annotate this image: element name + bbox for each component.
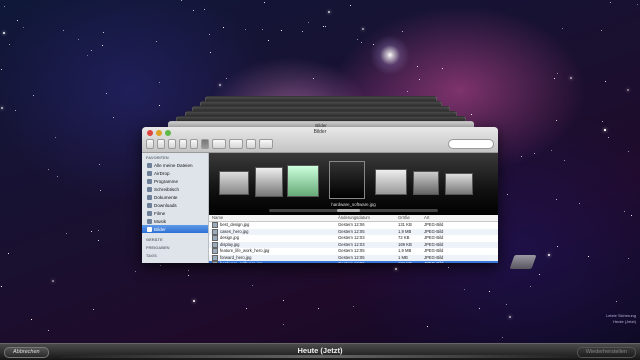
sidebar-item-label: Downloads <box>154 202 177 208</box>
action-gear-icon[interactable] <box>229 139 243 149</box>
list-view-button[interactable] <box>179 139 187 149</box>
column-header-kind[interactable]: Art <box>421 215 461 221</box>
timeline-track[interactable] <box>60 355 580 358</box>
sidebar-item[interactable]: Downloads <box>142 201 208 209</box>
sidebar-item-label: Schreibtisch <box>154 186 180 192</box>
finder-window[interactable]: Bilder FAVORITEN Alle meine Dateien AirDr… <box>142 127 498 263</box>
tags-button[interactable] <box>259 139 273 149</box>
arrange-button[interactable] <box>212 139 226 149</box>
image-file-icon <box>212 248 218 255</box>
thumbnail[interactable] <box>375 169 407 195</box>
file-date: Gestern 12:06 <box>335 261 395 263</box>
documents-icon <box>147 194 152 200</box>
sidebar-section-tags[interactable]: TAGS <box>142 251 208 259</box>
cover-flow-button[interactable] <box>201 139 209 149</box>
sidebar-section-favorites: FAVORITEN <box>146 155 169 160</box>
title-bar[interactable]: Bilder <box>142 127 498 153</box>
file-kind: JPEG-Bild <box>421 261 461 263</box>
thumbnail[interactable] <box>255 167 283 197</box>
music-icon <box>147 218 152 224</box>
sidebar-item-label: Dokumente <box>154 194 178 200</box>
search-input[interactable] <box>448 139 494 149</box>
image-file-icon <box>212 254 218 261</box>
sidebar-item[interactable]: AirDrop <box>142 169 208 177</box>
thumbnail[interactable] <box>287 165 319 197</box>
thumbnail-selected[interactable] <box>329 161 365 199</box>
list-header: Name Änderungsdatum Größe Art <box>209 215 498 222</box>
image-file-icon <box>212 228 218 235</box>
preview-caption: hardware_software.jpg <box>331 202 376 207</box>
window-title: Bilder <box>313 129 327 135</box>
sidebar-item-label: Programme <box>154 178 178 184</box>
cover-flow-thumbnails <box>209 159 498 201</box>
airdrop-icon <box>147 170 152 176</box>
column-view-button[interactable] <box>190 139 198 149</box>
sidebar-item-label: Filme <box>154 210 166 216</box>
scrollbar-thumb[interactable] <box>336 209 361 212</box>
icon-view-button[interactable] <box>168 139 176 149</box>
share-button[interactable] <box>246 139 256 149</box>
time-machine-bar: Abbrechen Heute (Jetzt) Wiederherstellen <box>0 343 640 360</box>
thumbnail[interactable] <box>413 171 439 195</box>
sidebar-item[interactable]: Schreibtisch <box>142 185 208 193</box>
thumbnail[interactable] <box>445 173 473 195</box>
sidebar-item[interactable]: Programme <box>142 177 208 185</box>
timeline-label[interactable]: Heute (Jetzt) <box>606 319 636 325</box>
sidebar-item-label: Bilder <box>154 226 166 232</box>
toolbar <box>146 139 494 149</box>
cover-flow-preview[interactable]: hardware_software.jpg <box>209 153 498 215</box>
current-time-label: Heute (Jetzt) <box>297 346 343 355</box>
sidebar-item[interactable]: Dokumente <box>142 193 208 201</box>
sidebar-item-label: AirDrop <box>154 170 170 176</box>
image-file-icon <box>212 261 218 263</box>
column-header-date[interactable]: Änderungsdatum <box>335 215 395 221</box>
thumbnail[interactable] <box>219 171 249 195</box>
restore-button[interactable]: Wiederherstellen <box>576 347 636 358</box>
column-header-name[interactable]: Name <box>209 215 335 221</box>
cover-flow-scrollbar[interactable] <box>269 209 438 212</box>
column-header-size[interactable]: Größe <box>395 215 421 221</box>
applications-icon <box>147 178 152 184</box>
movies-icon <box>147 210 152 216</box>
pictures-icon <box>147 226 152 232</box>
sidebar-section-shared[interactable]: FREIGABEN <box>142 243 208 251</box>
sidebar: FAVORITEN Alle meine Dateien AirDrop Progr… <box>142 153 209 263</box>
image-file-icon <box>212 222 218 229</box>
image-file-icon <box>212 235 218 242</box>
table-row[interactable]: hardware_software.jpg Gestern 12:06124 KB… <box>209 261 498 263</box>
file-name-cell: hardware_software.jpg <box>209 261 335 263</box>
bright-star <box>370 35 410 75</box>
forward-button[interactable] <box>157 139 165 149</box>
sidebar-item[interactable]: Alle meine Dateien <box>142 161 208 169</box>
file-size: 124 KB <box>395 261 421 263</box>
file-list[interactable]: Name Änderungsdatum Größe Art best_desig… <box>209 215 498 263</box>
file-name: hardware_software.jpg <box>220 261 262 263</box>
sidebar-item[interactable]: Filme <box>142 209 208 217</box>
timeline-side-labels: Letzte Sicherung Heute (Jetzt) <box>606 313 636 325</box>
sidebar-item[interactable]: Bilder <box>142 225 208 233</box>
sidebar-section-devices[interactable]: GERÄTE <box>142 235 208 243</box>
back-button[interactable] <box>146 139 154 149</box>
downloads-icon <box>147 202 152 208</box>
image-file-icon <box>212 241 218 248</box>
all-files-icon <box>147 162 152 168</box>
sidebar-item-label: Musik <box>154 218 166 224</box>
sidebar-item[interactable]: Musik <box>142 217 208 225</box>
desktop-icon <box>147 186 152 192</box>
time-machine-icon <box>509 255 537 269</box>
sidebar-item-label: Alle meine Dateien <box>154 162 193 168</box>
